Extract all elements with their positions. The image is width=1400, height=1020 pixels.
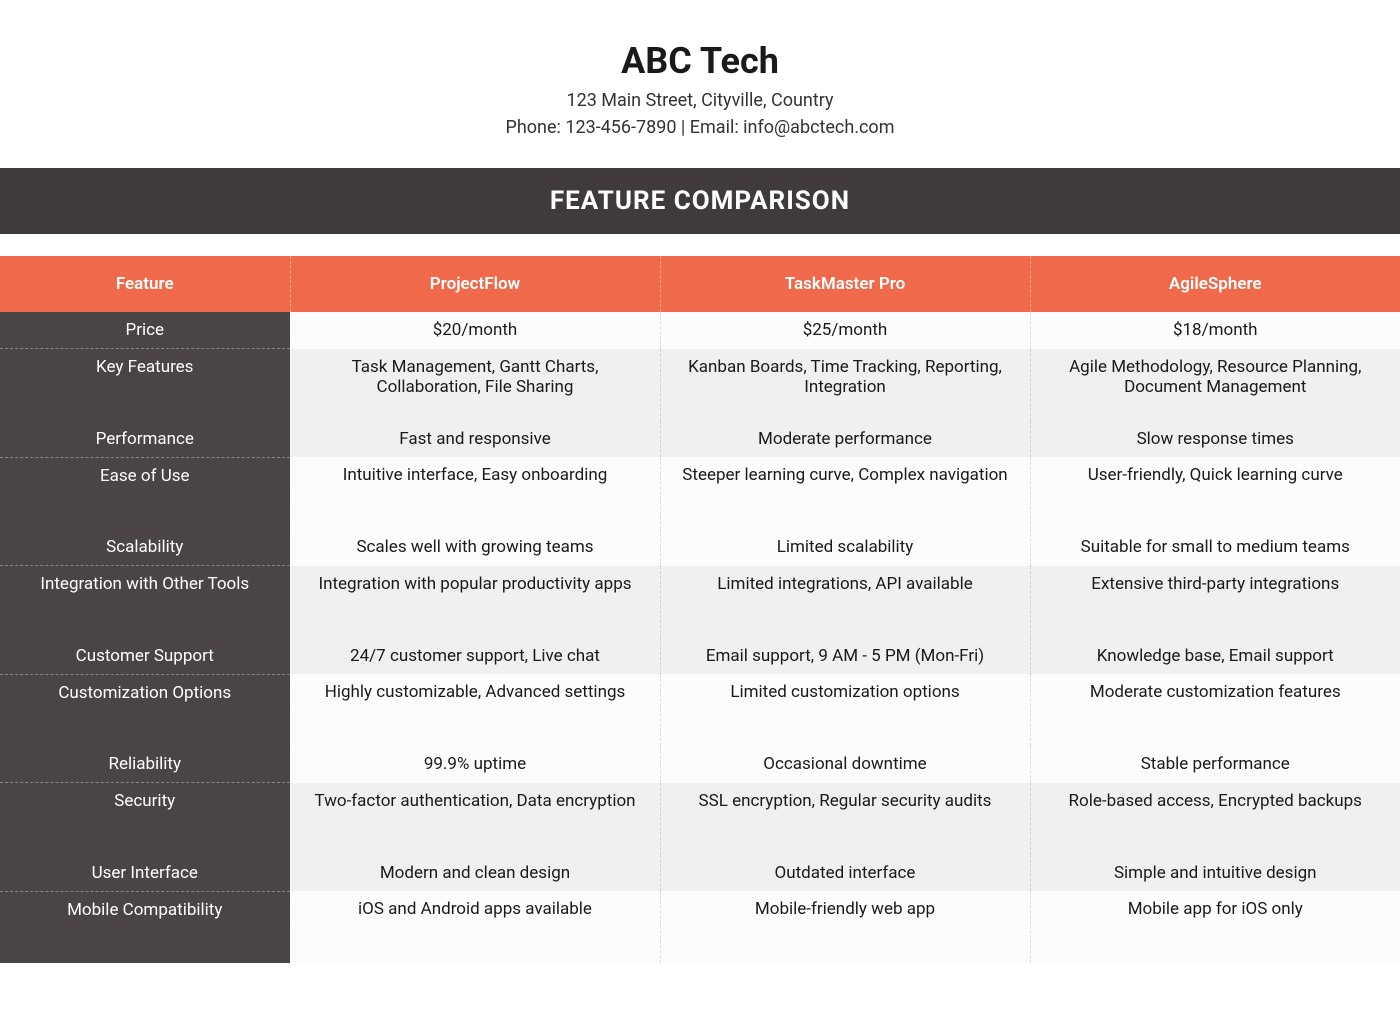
feature-label: Integration with Other Tools [0, 566, 290, 638]
table-row: Price$20/month$25/month$18/month [0, 312, 1400, 349]
value-cell: Task Management, Gantt Charts, Collabora… [290, 349, 660, 421]
value-cell: Steeper learning curve, Complex navigati… [660, 457, 1030, 529]
value-cell: 99.9% uptime [290, 746, 660, 783]
table-row: User InterfaceModern and clean designOut… [0, 855, 1400, 892]
feature-label: Mobile Compatibility [0, 891, 290, 963]
table-row: SecurityTwo-factor authentication, Data … [0, 783, 1400, 855]
value-cell: $25/month [660, 312, 1030, 349]
value-cell: Simple and intuitive design [1030, 855, 1400, 892]
table-row: Integration with Other ToolsIntegration … [0, 566, 1400, 638]
spacer [0, 234, 1400, 256]
table-header-row: Feature ProjectFlow TaskMaster Pro Agile… [0, 256, 1400, 312]
table-row: Key FeaturesTask Management, Gantt Chart… [0, 349, 1400, 421]
feature-label: Price [0, 312, 290, 349]
value-cell: Moderate customization features [1030, 674, 1400, 746]
value-cell: Extensive third-party integrations [1030, 566, 1400, 638]
value-cell: Agile Methodology, Resource Planning, Do… [1030, 349, 1400, 421]
value-cell: Scales well with growing teams [290, 529, 660, 566]
value-cell: User-friendly, Quick learning curve [1030, 457, 1400, 529]
value-cell: Moderate performance [660, 421, 1030, 458]
feature-label: User Interface [0, 855, 290, 892]
table-body: Price$20/month$25/month$18/monthKey Feat… [0, 312, 1400, 963]
value-cell: Occasional downtime [660, 746, 1030, 783]
col-header-product-3: AgileSphere [1030, 256, 1400, 312]
value-cell: $18/month [1030, 312, 1400, 349]
value-cell: Fast and responsive [290, 421, 660, 458]
table-row: Customer Support24/7 customer support, L… [0, 638, 1400, 675]
value-cell: Two-factor authentication, Data encrypti… [290, 783, 660, 855]
value-cell: iOS and Android apps available [290, 891, 660, 963]
value-cell: Limited scalability [660, 529, 1030, 566]
value-cell: Mobile-friendly web app [660, 891, 1030, 963]
feature-label: Key Features [0, 349, 290, 421]
value-cell: Mobile app for iOS only [1030, 891, 1400, 963]
table-row: Customization OptionsHighly customizable… [0, 674, 1400, 746]
value-cell: 24/7 customer support, Live chat [290, 638, 660, 675]
col-header-feature: Feature [0, 256, 290, 312]
feature-label: Performance [0, 421, 290, 458]
value-cell: Intuitive interface, Easy onboarding [290, 457, 660, 529]
value-cell: Highly customizable, Advanced settings [290, 674, 660, 746]
document-header: ABC Tech 123 Main Street, Cityville, Cou… [0, 0, 1400, 168]
value-cell: Stable performance [1030, 746, 1400, 783]
value-cell: Modern and clean design [290, 855, 660, 892]
company-contact: Phone: 123-456-7890 | Email: info@abctec… [20, 117, 1380, 138]
feature-label: Customer Support [0, 638, 290, 675]
value-cell: Kanban Boards, Time Tracking, Reporting,… [660, 349, 1030, 421]
col-header-product-1: ProjectFlow [290, 256, 660, 312]
value-cell: Limited customization options [660, 674, 1030, 746]
feature-label: Scalability [0, 529, 290, 566]
table-row: Ease of UseIntuitive interface, Easy onb… [0, 457, 1400, 529]
company-name: ABC Tech [20, 40, 1380, 82]
value-cell: Limited integrations, API available [660, 566, 1030, 638]
col-header-product-2: TaskMaster Pro [660, 256, 1030, 312]
value-cell: Role-based access, Encrypted backups [1030, 783, 1400, 855]
value-cell: Slow response times [1030, 421, 1400, 458]
feature-label: Ease of Use [0, 457, 290, 529]
feature-label: Customization Options [0, 674, 290, 746]
company-address: 123 Main Street, Cityville, Country [20, 90, 1380, 111]
value-cell: Email support, 9 AM - 5 PM (Mon-Fri) [660, 638, 1030, 675]
feature-label: Reliability [0, 746, 290, 783]
table-row: PerformanceFast and responsiveModerate p… [0, 421, 1400, 458]
value-cell: SSL encryption, Regular security audits [660, 783, 1030, 855]
table-row: ScalabilityScales well with growing team… [0, 529, 1400, 566]
value-cell: Knowledge base, Email support [1030, 638, 1400, 675]
comparison-table: Feature ProjectFlow TaskMaster Pro Agile… [0, 256, 1400, 963]
section-banner: FEATURE COMPARISON [0, 168, 1400, 234]
table-row: Reliability99.9% uptimeOccasional downti… [0, 746, 1400, 783]
value-cell: Integration with popular productivity ap… [290, 566, 660, 638]
feature-label: Security [0, 783, 290, 855]
table-row: Mobile CompatibilityiOS and Android apps… [0, 891, 1400, 963]
value-cell: Outdated interface [660, 855, 1030, 892]
value-cell: $20/month [290, 312, 660, 349]
value-cell: Suitable for small to medium teams [1030, 529, 1400, 566]
